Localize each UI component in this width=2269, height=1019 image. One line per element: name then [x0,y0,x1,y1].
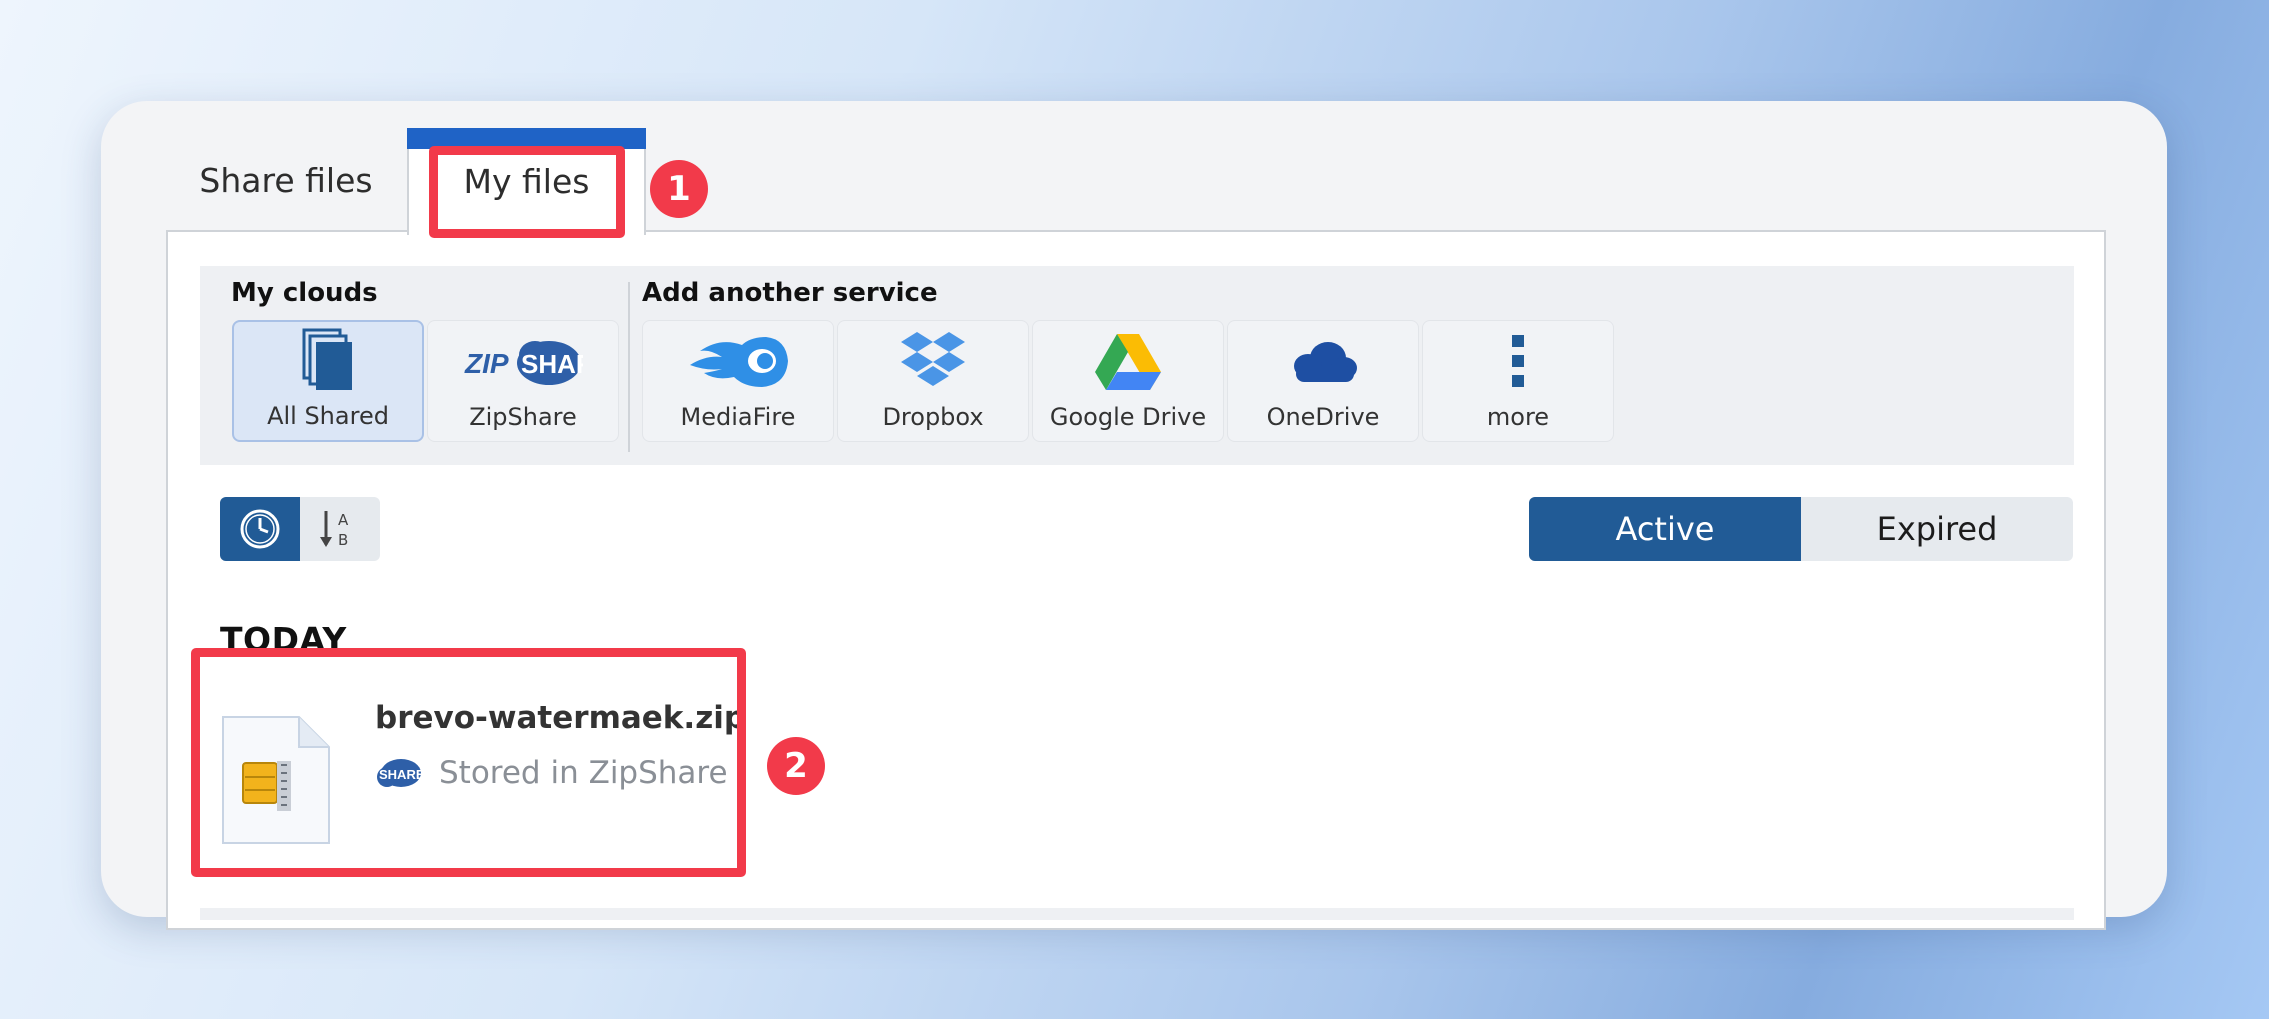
tab-label: Share files [199,160,373,200]
svg-text:ZIP: ZIP [464,348,509,379]
file-list-item[interactable]: brevo-watermaek.zip SHARE Stored in ZipS… [205,660,746,870]
service-tile-google-drive[interactable]: Google Drive [1032,320,1224,442]
vertical-ellipsis-icon [1423,325,1613,397]
service-tile-mediafire[interactable]: MediaFire [642,320,834,442]
tile-label: OneDrive [1266,403,1380,431]
svg-text:SHARE: SHARE [379,767,423,782]
file-location: SHARE Stored in ZipShare [375,755,728,791]
svg-text:B: B [338,531,348,549]
cloud-tile-all-shared[interactable]: All Shared [232,320,424,442]
svg-text:A: A [338,511,349,529]
tile-label: more [1486,403,1550,431]
active-filter-button[interactable]: Active [1529,497,1801,561]
sort-by-time-button[interactable] [220,497,300,561]
sort-toggle: A B [220,497,380,561]
dropbox-logo [838,325,1028,397]
my-clouds-heading: My clouds [231,278,378,308]
services-divider [628,282,630,452]
step-badge-2: 2 [767,737,825,795]
sort-alpha-icon: A B [320,511,349,549]
service-tile-dropbox[interactable]: Dropbox [837,320,1029,442]
expired-filter-button[interactable]: Expired [1801,497,2073,561]
mediafire-logo [643,325,833,397]
clock-icon [240,509,280,549]
file-name: brevo-watermaek.zip [375,700,747,736]
next-item-placeholder [200,908,2074,920]
tab-active-indicator [407,128,646,149]
tile-label: Google Drive [1049,403,1207,431]
service-tile-onedrive[interactable]: OneDrive [1227,320,1419,442]
cloud-tile-zipshare[interactable]: ZIP SHARE ZipShare [427,320,619,442]
add-service-heading: Add another service [642,278,938,308]
section-title-today: TODAY [220,620,347,650]
sort-alphabetical-button[interactable]: A B [300,497,380,561]
stacked-pages-icon [234,324,422,396]
google-drive-logo [1033,325,1223,397]
status-filter-toggle: Active Expired [1529,497,2073,561]
step-badge-1: 1 [650,160,708,218]
tile-label: MediaFire [680,403,796,431]
onedrive-logo [1228,325,1418,397]
tile-label: All Shared [267,402,389,430]
tile-label: ZipShare [469,403,577,431]
zip-file-icon [221,715,331,845]
tab-label: My files [463,162,590,201]
zipshare-logo: ZIP SHARE [428,325,618,397]
tab-share-files[interactable]: Share files [166,128,406,232]
service-tile-more[interactable]: more [1422,320,1614,442]
svg-text:SHARE: SHARE [521,349,583,379]
file-location-text: Stored in ZipShare [439,755,728,791]
tile-label: Dropbox [882,403,984,431]
zipshare-cloud-icon: SHARE [377,759,423,787]
